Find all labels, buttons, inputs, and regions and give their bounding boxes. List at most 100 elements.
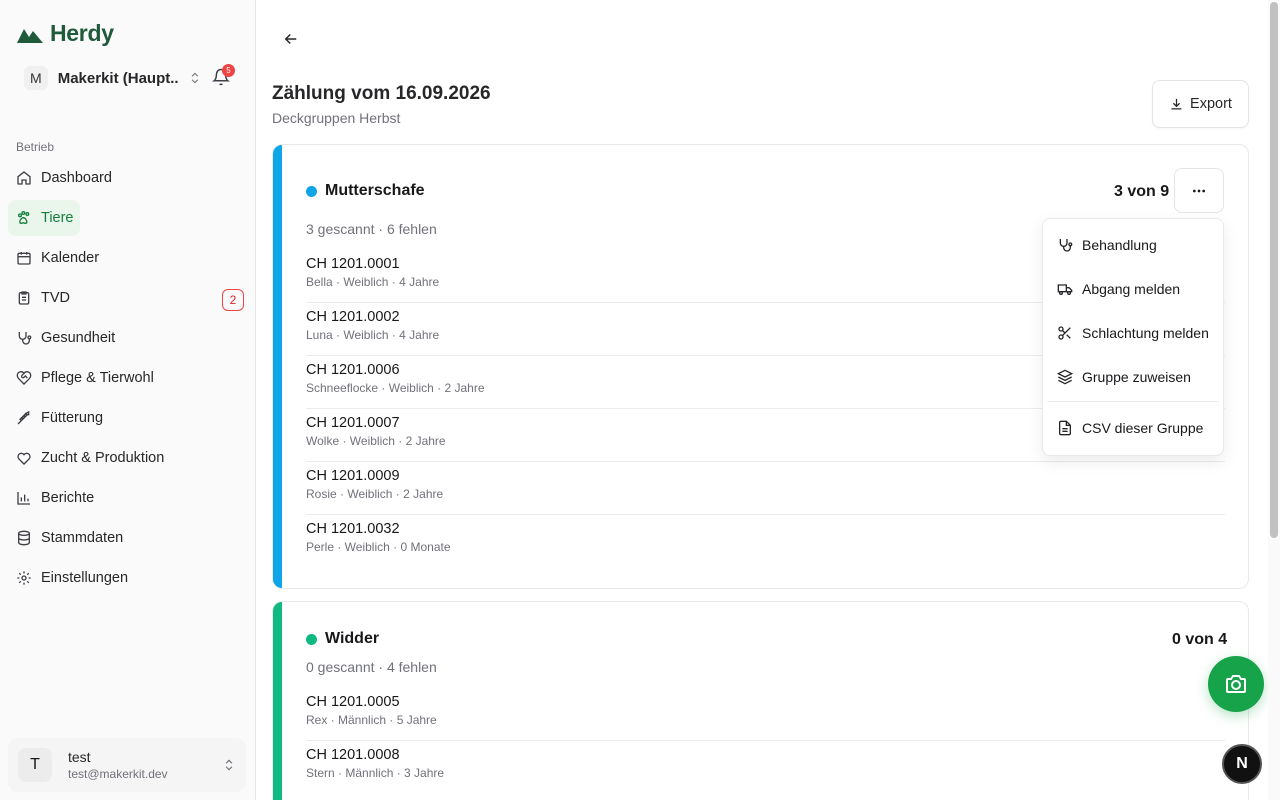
truck-icon bbox=[1057, 284, 1073, 295]
menu-item-schlachtung[interactable]: Schlachtung melden bbox=[1047, 311, 1219, 355]
page-subtitle: Deckgruppen Herbst bbox=[272, 110, 401, 126]
user-name: test bbox=[68, 749, 91, 765]
sidebar-item-stammdaten[interactable]: Stammdaten bbox=[8, 520, 248, 556]
menu-separator bbox=[1047, 401, 1219, 402]
sidebar-item-fuetterung[interactable]: Fütterung bbox=[8, 400, 248, 436]
calendar-icon bbox=[17, 252, 31, 265]
menu-item-label: Schlachtung melden bbox=[1082, 325, 1209, 341]
arrow-left-icon bbox=[284, 33, 297, 45]
page-title: Zählung vom 16.09.2026 bbox=[272, 83, 491, 104]
database-icon bbox=[18, 530, 30, 546]
nav-section-label: Betrieb bbox=[16, 140, 55, 154]
sidebar-item-label: Tiere bbox=[41, 210, 74, 226]
export-label: Export bbox=[1190, 96, 1232, 112]
gear-icon bbox=[17, 571, 31, 585]
menu-item-label: Behandlung bbox=[1082, 237, 1157, 253]
stethoscope-icon bbox=[18, 332, 32, 345]
list-item[interactable]: CH 1201.0009 Rosie · Weiblich · 2 Jahre bbox=[306, 462, 1225, 515]
menu-item-gruppe[interactable]: Gruppe zuweisen bbox=[1047, 355, 1219, 399]
sidebar-item-label: Einstellungen bbox=[41, 570, 129, 586]
sidebar-item-label: Zucht & Produktion bbox=[41, 450, 165, 466]
sidebar-item-tvd[interactable]: TVD 2 bbox=[8, 280, 248, 316]
sidebar-item-label: TVD bbox=[41, 290, 70, 306]
sidebar-item-label: Kalender bbox=[41, 250, 100, 266]
sidebar-item-label: Fütterung bbox=[41, 410, 104, 426]
clipboard-icon bbox=[18, 291, 30, 305]
sidebar-item-kalender[interactable]: Kalender bbox=[8, 240, 248, 276]
sidebar-item-zucht[interactable]: Zucht & Produktion bbox=[8, 440, 248, 476]
menu-item-label: Abgang melden bbox=[1082, 281, 1181, 297]
scissors-icon bbox=[1058, 326, 1071, 340]
animal-id: CH 1201.0008 bbox=[306, 747, 400, 763]
sidebar-item-einstellungen[interactable]: Einstellungen bbox=[8, 560, 248, 596]
group-color-dot bbox=[306, 185, 317, 197]
layers-icon bbox=[1057, 369, 1073, 385]
notification-count: 5 bbox=[222, 64, 235, 77]
scrollbar-thumb[interactable] bbox=[1270, 2, 1278, 538]
sidebar-nav: Dashboard Tiere Kalender TVD 2 Gesundhei… bbox=[8, 160, 248, 600]
group-color-stripe bbox=[273, 145, 282, 588]
stethoscope-icon bbox=[1059, 239, 1073, 252]
bar-chart-icon bbox=[17, 492, 30, 505]
user-email: test@makerkit.dev bbox=[68, 767, 168, 781]
sidebar-item-label: Pflege & Tierwohl bbox=[41, 370, 154, 386]
chevrons-up-down-icon bbox=[191, 72, 199, 84]
sidebar-item-label: Gesundheit bbox=[41, 330, 116, 346]
sidebar-item-dashboard[interactable]: Dashboard bbox=[8, 160, 248, 196]
sidebar: Herdy M Makerkit (Haupt... 5 Betrieb Das… bbox=[0, 0, 256, 800]
sidebar-item-label: Stammdaten bbox=[41, 530, 124, 546]
group-name: Mutterschafe bbox=[325, 182, 425, 199]
group-count: 3 von 9 bbox=[1114, 183, 1170, 200]
wheat-icon bbox=[17, 410, 30, 425]
camera-icon bbox=[1226, 675, 1246, 693]
app-logo[interactable]: Herdy bbox=[16, 20, 114, 47]
animal-meta: Rosie · Weiblich · 2 Jahre bbox=[306, 487, 444, 501]
list-item[interactable]: CH 1201.0032 Perle · Weiblich · 0 Monate bbox=[306, 515, 1225, 568]
group-actions-button[interactable] bbox=[1174, 168, 1224, 213]
list-item[interactable]: CH 1201.0008 Stern · Männlich · 3 Jahre bbox=[306, 741, 1225, 794]
group-status: 0 gescannt · 4 fehlen bbox=[306, 659, 437, 675]
list-item[interactable]: CH 1201.0005 Rex · Männlich · 5 Jahre bbox=[306, 688, 1225, 741]
heart-icon bbox=[17, 452, 31, 465]
mountain-logo-icon bbox=[17, 28, 43, 43]
sidebar-item-pflege[interactable]: Pflege & Tierwohl bbox=[8, 360, 248, 396]
tvd-count-badge: 2 bbox=[222, 289, 244, 311]
group-status: 3 gescannt · 6 fehlen bbox=[306, 221, 437, 237]
scan-camera-button[interactable] bbox=[1208, 656, 1264, 712]
sidebar-item-label: Dashboard bbox=[41, 170, 112, 186]
user-menu[interactable]: T test test@makerkit.dev bbox=[8, 738, 246, 792]
menu-item-behandlung[interactable]: Behandlung bbox=[1047, 223, 1219, 267]
animal-meta: Rex · Männlich · 5 Jahre bbox=[306, 713, 437, 727]
org-name: Makerkit (Haupt... bbox=[57, 69, 179, 87]
animal-meta: Stern · Männlich · 3 Jahre bbox=[306, 766, 445, 780]
file-text-icon bbox=[1059, 420, 1071, 436]
chevrons-up-down-icon bbox=[225, 759, 233, 771]
animal-meta: Perle · Weiblich · 0 Monate bbox=[306, 540, 451, 554]
group-card-widder: Widder 0 von 4 0 gescannt · 4 fehlen CH … bbox=[272, 601, 1249, 800]
paw-icon bbox=[18, 211, 30, 225]
menu-item-label: CSV dieser Gruppe bbox=[1082, 420, 1204, 436]
menu-item-abgang[interactable]: Abgang melden bbox=[1047, 267, 1219, 311]
org-avatar: M bbox=[24, 66, 48, 90]
back-button[interactable] bbox=[282, 30, 302, 50]
group-name: Widder bbox=[325, 630, 380, 647]
sidebar-item-gesundheit[interactable]: Gesundheit bbox=[8, 320, 248, 356]
org-switcher[interactable]: M Makerkit (Haupt... bbox=[24, 64, 202, 92]
sidebar-item-tiere[interactable]: Tiere bbox=[8, 200, 80, 236]
animal-list: CH 1201.0005 Rex · Männlich · 5 Jahre CH… bbox=[306, 688, 1225, 794]
animal-id: CH 1201.0005 bbox=[306, 694, 400, 710]
group-count: 0 von 4 bbox=[1172, 631, 1228, 648]
download-icon bbox=[1171, 98, 1182, 109]
sidebar-item-berichte[interactable]: Berichte bbox=[8, 480, 248, 516]
group-color-stripe bbox=[273, 602, 282, 800]
sidebar-item-label: Berichte bbox=[41, 490, 95, 506]
user-avatar: T bbox=[18, 748, 52, 782]
heart-handshake-icon bbox=[16, 371, 32, 385]
menu-item-label: Gruppe zuweisen bbox=[1082, 369, 1191, 385]
app-name: Herdy bbox=[50, 20, 114, 46]
menu-item-csv[interactable]: CSV dieser Gruppe bbox=[1047, 406, 1219, 450]
export-button[interactable]: Export bbox=[1152, 80, 1249, 128]
animal-id: CH 1201.0032 bbox=[306, 521, 400, 537]
more-horizontal-icon bbox=[1193, 189, 1205, 192]
next-dev-badge[interactable]: N bbox=[1222, 744, 1262, 784]
